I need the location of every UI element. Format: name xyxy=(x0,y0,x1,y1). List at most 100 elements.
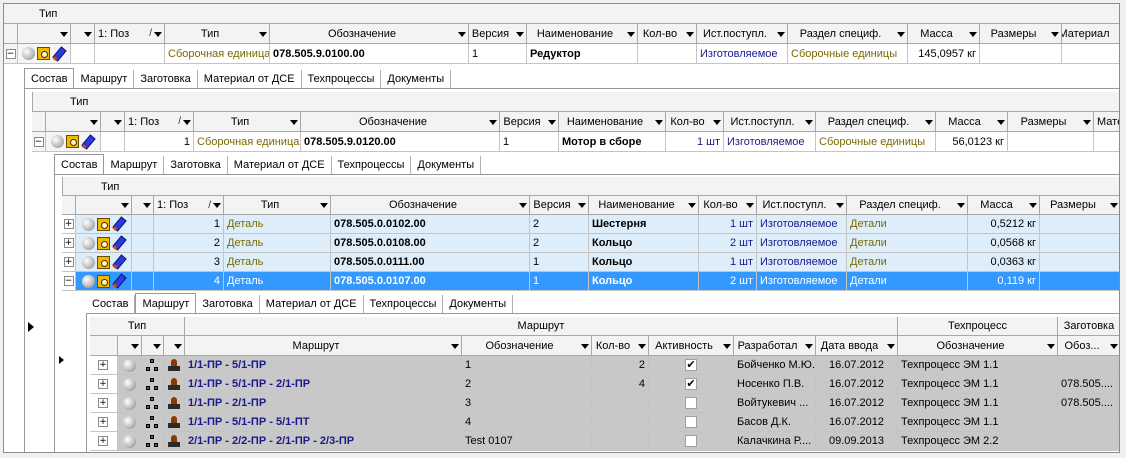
expand-icon[interactable]: + xyxy=(98,398,108,408)
level2-col-name[interactable]: Наименование xyxy=(559,112,666,132)
active-checkbox[interactable] xyxy=(685,397,697,409)
level3-col-version[interactable]: Версия xyxy=(530,196,589,215)
level2-col-pos[interactable]: 1: Поз / xyxy=(125,112,194,132)
tab-route[interactable]: Маршрут xyxy=(104,156,165,174)
level3-type-filter-b[interactable] xyxy=(132,196,154,215)
level3-col-section[interactable]: Раздел специф. xyxy=(847,196,968,215)
level2-type-filter-b[interactable] xyxy=(101,112,125,132)
level3-col-mass[interactable]: Масса xyxy=(968,196,1040,215)
route-row[interactable]: +2/1-ПР - 2/2-ПР - 2/1-ПР - 2/3-ПР Test 0… xyxy=(90,432,1119,451)
expand-icon[interactable]: + xyxy=(63,238,74,248)
expand-icon[interactable]: + xyxy=(98,379,108,389)
active-checkbox[interactable]: ✔ xyxy=(685,378,697,390)
level1-col-material[interactable]: Материал xyxy=(1062,24,1119,44)
expand-icon[interactable]: + xyxy=(63,219,74,229)
collapse-icon[interactable]: − xyxy=(63,276,74,286)
level2-col-type[interactable]: Тип xyxy=(194,112,301,132)
level1-col-qty[interactable]: Кол-во xyxy=(638,24,697,44)
route-row[interactable]: +1/1-ПР - 2/1-ПР 3 Войтукевич ... 16.07.201… xyxy=(90,394,1119,413)
level1-col-name[interactable]: Наименование xyxy=(527,24,638,44)
level3-col-qty[interactable]: Кол-во xyxy=(699,196,757,215)
route-type-filter-b[interactable] xyxy=(142,336,164,356)
level2-type-filter-a[interactable] xyxy=(46,112,101,132)
level2-col-size[interactable]: Размеры xyxy=(1008,112,1094,132)
collapse-icon[interactable]: − xyxy=(5,48,16,59)
active-checkbox[interactable] xyxy=(685,416,697,428)
tab-processes[interactable]: Техпроцессы xyxy=(302,70,382,88)
route-col-active[interactable]: Активность xyxy=(649,336,734,356)
tab-material[interactable]: Материал от ДСЕ xyxy=(198,70,302,88)
tab-documents[interactable]: Документы xyxy=(411,156,482,174)
level3-row[interactable]: +3 Деталь 078.505.0.0111.00 1 Кольцо 1 шт Изго… xyxy=(62,253,1119,272)
route-col-qty[interactable]: Кол-во xyxy=(592,336,649,356)
level3-col-source[interactable]: Ист.поступл. xyxy=(757,196,847,215)
tab-documents[interactable]: Документы xyxy=(443,295,514,313)
level3-row[interactable]: +2 Деталь 078.505.0.0108.00 2 Кольцо 2 шт Изго… xyxy=(62,234,1119,253)
tab-blank[interactable]: Заготовка xyxy=(134,70,198,88)
expand-icon[interactable]: + xyxy=(98,360,108,370)
tab-material[interactable]: Материал от ДСЕ xyxy=(228,156,332,174)
level2-col-designation[interactable]: Обозначение xyxy=(301,112,500,132)
tab-route[interactable]: Маршрут xyxy=(74,70,135,88)
level2-col-mass[interactable]: Масса xyxy=(936,112,1008,132)
level1-row-reductor[interactable]: − Сборочная единица 078.505.9.0100.00 1 … xyxy=(4,44,1119,64)
tab-documents[interactable]: Документы xyxy=(381,70,452,88)
tab-material[interactable]: Материал от ДСЕ xyxy=(260,295,364,313)
pencil-icon[interactable] xyxy=(81,135,95,149)
pencil-icon[interactable] xyxy=(52,47,66,61)
level3-col-pos[interactable]: 1: Поз / xyxy=(154,196,224,215)
pencil-icon[interactable] xyxy=(112,255,126,269)
route-col-developer[interactable]: Разработал xyxy=(734,336,816,356)
route-row[interactable]: +1/1-ПР - 5/1-ПР 1 2 ✔ Бойченко М.Ю. 16.07.20… xyxy=(90,356,1119,375)
route-col-blank-designation[interactable]: Обоз... xyxy=(1058,336,1119,356)
level1-type-filter-b[interactable] xyxy=(71,24,95,44)
level2-col-material[interactable]: Мате xyxy=(1094,112,1119,132)
active-checkbox[interactable] xyxy=(685,435,697,447)
tab-composition[interactable]: Состав xyxy=(24,68,75,88)
level2-col-qty[interactable]: Кол-во xyxy=(666,112,724,132)
level3-col-type[interactable]: Тип xyxy=(224,196,331,215)
tab-processes[interactable]: Техпроцессы xyxy=(364,295,444,313)
route-col-route[interactable]: Маршрут xyxy=(185,336,462,356)
tab-blank[interactable]: Заготовка xyxy=(164,156,228,174)
expand-icon[interactable]: + xyxy=(98,436,108,446)
pencil-icon[interactable] xyxy=(112,217,126,231)
tab-processes[interactable]: Техпроцессы xyxy=(332,156,412,174)
tab-composition[interactable]: Состав xyxy=(86,295,136,313)
route-col-date[interactable]: Дата ввода xyxy=(816,336,898,356)
level3-col-name[interactable]: Наименование xyxy=(589,196,699,215)
route-row[interactable]: +1/1-ПР - 5/1-ПР - 5/1-ПТ 4 Басов Д.К. 16.0… xyxy=(90,413,1119,432)
collapse-icon[interactable]: − xyxy=(33,136,44,147)
level1-col-source[interactable]: Ист.поступл. xyxy=(697,24,788,44)
active-checkbox[interactable]: ✔ xyxy=(685,359,697,371)
level1-col-mass[interactable]: Масса xyxy=(908,24,980,44)
level3-col-designation[interactable]: Обозначение xyxy=(331,196,530,215)
route-col-process-designation[interactable]: Обозначение xyxy=(898,336,1058,356)
tab-composition[interactable]: Состав xyxy=(54,154,105,174)
route-row[interactable]: +1/1-ПР - 5/1-ПР - 2/1-ПР 2 4 ✔ Носенко П.В.… xyxy=(90,375,1119,394)
level2-col-section[interactable]: Раздел специф. xyxy=(816,112,936,132)
level1-col-type[interactable]: Тип xyxy=(165,24,270,44)
pencil-icon[interactable] xyxy=(112,236,126,250)
level3-col-size[interactable]: Размеры xyxy=(1040,196,1119,215)
level3-row[interactable]: − 4 Деталь 078.505.0.0107.00 1 Кольцо 2 шт Изго… xyxy=(62,272,1119,291)
tab-blank[interactable]: Заготовка xyxy=(196,295,260,313)
route-col-designation[interactable]: Обозначение xyxy=(462,336,592,356)
expand-icon[interactable]: + xyxy=(98,417,108,427)
route-type-filter-a[interactable] xyxy=(118,336,142,356)
expand-icon[interactable]: + xyxy=(63,257,74,267)
level3-row[interactable]: +1 Деталь 078.505.0.0102.00 2 Шестерня 1 шт Из… xyxy=(62,215,1119,234)
level1-col-size[interactable]: Размеры xyxy=(980,24,1062,44)
level2-col-version[interactable]: Версия xyxy=(500,112,559,132)
level2-col-source[interactable]: Ист.поступл. xyxy=(724,112,816,132)
tab-route[interactable]: Маршрут xyxy=(135,293,197,313)
level1-type-filter-a[interactable] xyxy=(18,24,71,44)
level2-row-motor[interactable]: − 1 Сборочная единица 078.505.9.0120.00 … xyxy=(32,132,1119,152)
level1-col-designation[interactable]: Обозначение xyxy=(270,24,469,44)
route-type-filter-c[interactable] xyxy=(164,336,185,356)
level1-col-section[interactable]: Раздел специф. xyxy=(788,24,908,44)
level1-col-pos[interactable]: 1: Поз / xyxy=(95,24,165,44)
level1-col-version[interactable]: Версия xyxy=(469,24,527,44)
pencil-icon[interactable] xyxy=(112,274,126,288)
level3-type-filter-a[interactable] xyxy=(76,196,132,215)
